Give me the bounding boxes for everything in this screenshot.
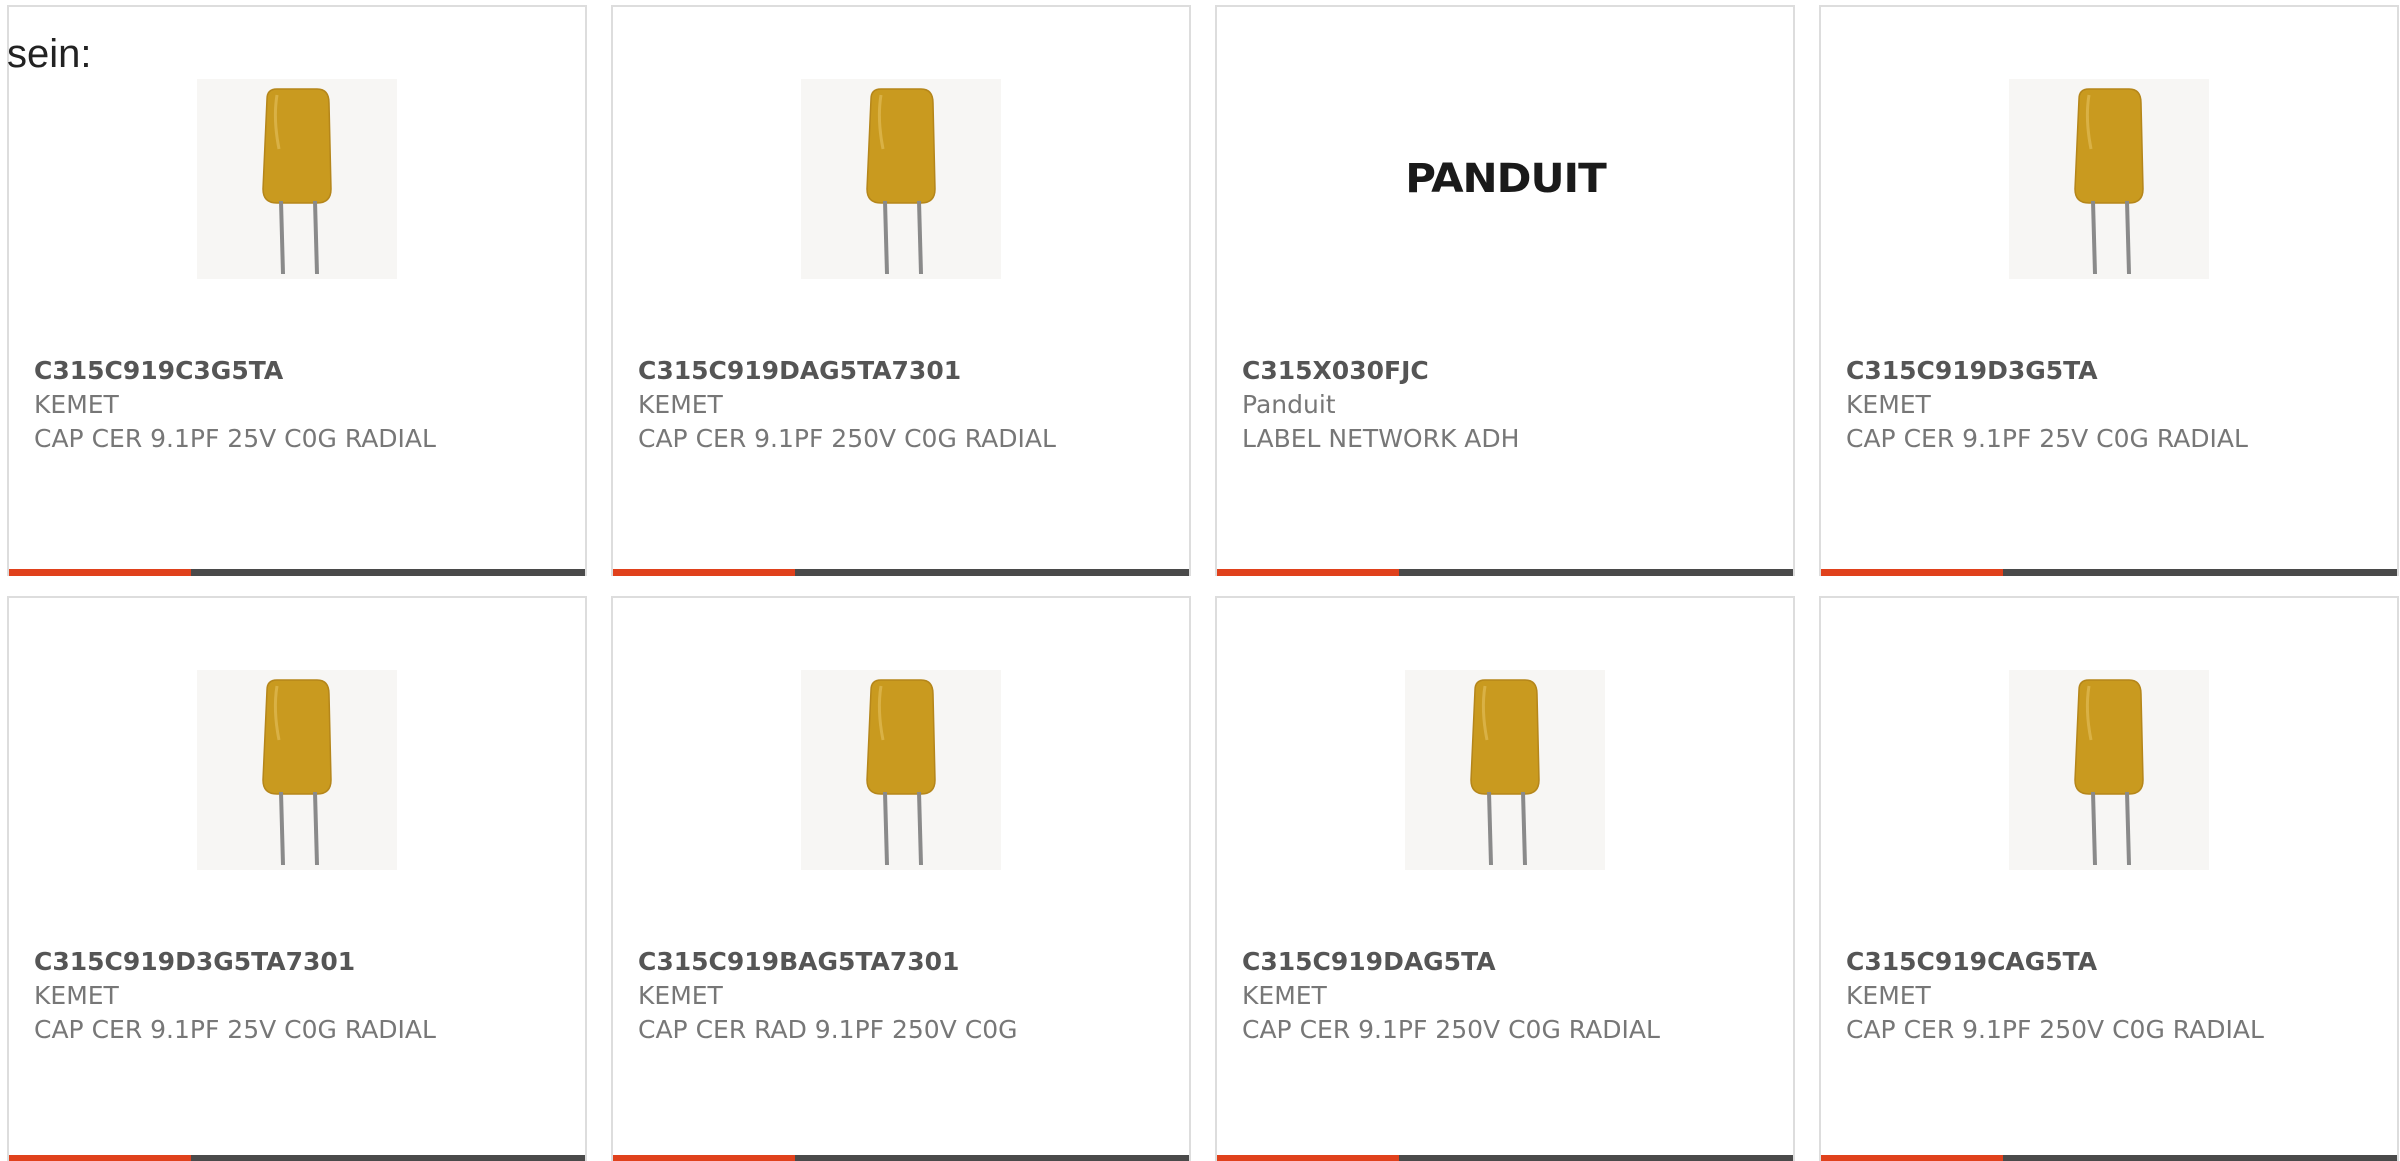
card-accent-bar — [1821, 1155, 2003, 1161]
manufacturer: KEMET — [638, 981, 723, 1010]
capacitor-icon[interactable] — [197, 79, 397, 279]
card-accent-bar — [1217, 1155, 1399, 1161]
description: CAP CER 9.1PF 250V C0G RADIAL — [638, 424, 1056, 453]
intro-text: sein: — [7, 32, 92, 76]
manufacturer: KEMET — [1846, 981, 1931, 1010]
capacitor-icon[interactable] — [2009, 79, 2209, 279]
part-number[interactable]: C315C919DAG5TA — [1242, 945, 1783, 979]
part-number[interactable]: C315C919D3G5TA7301 — [34, 945, 575, 979]
card-bottom-bar — [1821, 569, 2397, 576]
capacitor-icon[interactable] — [197, 670, 397, 870]
card-bottom-bar — [613, 569, 1189, 576]
card-bottom-bar — [613, 1155, 1189, 1161]
part-number[interactable]: C315C919CAG5TA — [1846, 945, 2387, 979]
product-info: C315C919DAG5TA7301 KEMET CAP CER 9.1PF 250… — [638, 354, 1179, 456]
product-card[interactable]: C315C919DAG5TA7301 KEMET CAP CER 9.1PF 250… — [611, 5, 1191, 576]
manufacturer: KEMET — [638, 390, 723, 419]
card-bottom-bar — [1217, 1155, 1793, 1161]
part-number[interactable]: C315C919BAG5TA7301 — [638, 945, 1179, 979]
product-info: C315C919BAG5TA7301 KEMET CAP CER RAD 9.1PF… — [638, 945, 1179, 1047]
part-number[interactable]: C315X030FJC — [1242, 354, 1783, 388]
description: CAP CER 9.1PF 25V C0G RADIAL — [34, 1015, 436, 1044]
product-info: C315C919D3G5TA KEMET CAP CER 9.1PF 25V C0G… — [1846, 354, 2387, 456]
manufacturer: KEMET — [34, 390, 119, 419]
product-card[interactable]: C315C919D3G5TA7301 KEMET CAP CER 9.1PF 25V… — [7, 596, 587, 1161]
product-info: C315X030FJC Panduit LABEL NETWORK ADH — [1242, 354, 1783, 456]
product-card[interactable]: C315C919BAG5TA7301 KEMET CAP CER RAD 9.1PF… — [611, 596, 1191, 1161]
capacitor-icon[interactable] — [801, 79, 1001, 279]
panduit-logo[interactable]: PANDUIT — [1404, 79, 1607, 279]
part-number[interactable]: C315C919D3G5TA — [1846, 354, 2387, 388]
capacitor-icon[interactable] — [2009, 670, 2209, 870]
description: CAP CER 9.1PF 25V C0G RADIAL — [1846, 424, 2248, 453]
card-accent-bar — [613, 1155, 795, 1161]
capacitor-icon[interactable] — [1405, 670, 1605, 870]
product-info: C315C919D3G5TA7301 KEMET CAP CER 9.1PF 25V… — [34, 945, 575, 1047]
product-card[interactable]: C315C919C3G5TA KEMET CAP CER 9.1PF 25V C0G… — [7, 5, 587, 576]
product-info: C315C919C3G5TA KEMET CAP CER 9.1PF 25V C0G… — [34, 354, 575, 456]
card-bottom-bar — [1821, 1155, 2397, 1161]
capacitor-icon[interactable] — [801, 670, 1001, 870]
card-accent-bar — [9, 1155, 191, 1161]
manufacturer: KEMET — [34, 981, 119, 1010]
description: CAP CER RAD 9.1PF 250V C0G — [638, 1015, 1018, 1044]
manufacturer: KEMET — [1242, 981, 1327, 1010]
product-card[interactable]: C315C919DAG5TA KEMET CAP CER 9.1PF 250V C0… — [1215, 596, 1795, 1161]
product-info: C315C919DAG5TA KEMET CAP CER 9.1PF 250V C0… — [1242, 945, 1783, 1047]
product-card[interactable]: C315C919CAG5TA KEMET CAP CER 9.1PF 250V C0… — [1819, 596, 2399, 1161]
description: LABEL NETWORK ADH — [1242, 424, 1520, 453]
panduit-logo-text: PANDUIT — [1404, 156, 1607, 202]
manufacturer: KEMET — [1846, 390, 1931, 419]
description: CAP CER 9.1PF 250V C0G RADIAL — [1242, 1015, 1660, 1044]
card-accent-bar — [1821, 569, 2003, 576]
card-accent-bar — [613, 569, 795, 576]
part-number[interactable]: C315C919DAG5TA7301 — [638, 354, 1179, 388]
card-bottom-bar — [9, 1155, 585, 1161]
manufacturer: Panduit — [1242, 390, 1336, 419]
card-accent-bar — [1217, 569, 1399, 576]
part-number[interactable]: C315C919C3G5TA — [34, 354, 575, 388]
product-card[interactable]: C315C919D3G5TA KEMET CAP CER 9.1PF 25V C0G… — [1819, 5, 2399, 576]
description: CAP CER 9.1PF 25V C0G RADIAL — [34, 424, 436, 453]
card-accent-bar — [9, 569, 191, 576]
card-bottom-bar — [9, 569, 585, 576]
card-bottom-bar — [1217, 569, 1793, 576]
product-card[interactable]: PANDUIT C315X030FJC Panduit LABEL NETWORK A… — [1215, 5, 1795, 576]
description: CAP CER 9.1PF 250V C0G RADIAL — [1846, 1015, 2264, 1044]
product-info: C315C919CAG5TA KEMET CAP CER 9.1PF 250V C0… — [1846, 945, 2387, 1047]
